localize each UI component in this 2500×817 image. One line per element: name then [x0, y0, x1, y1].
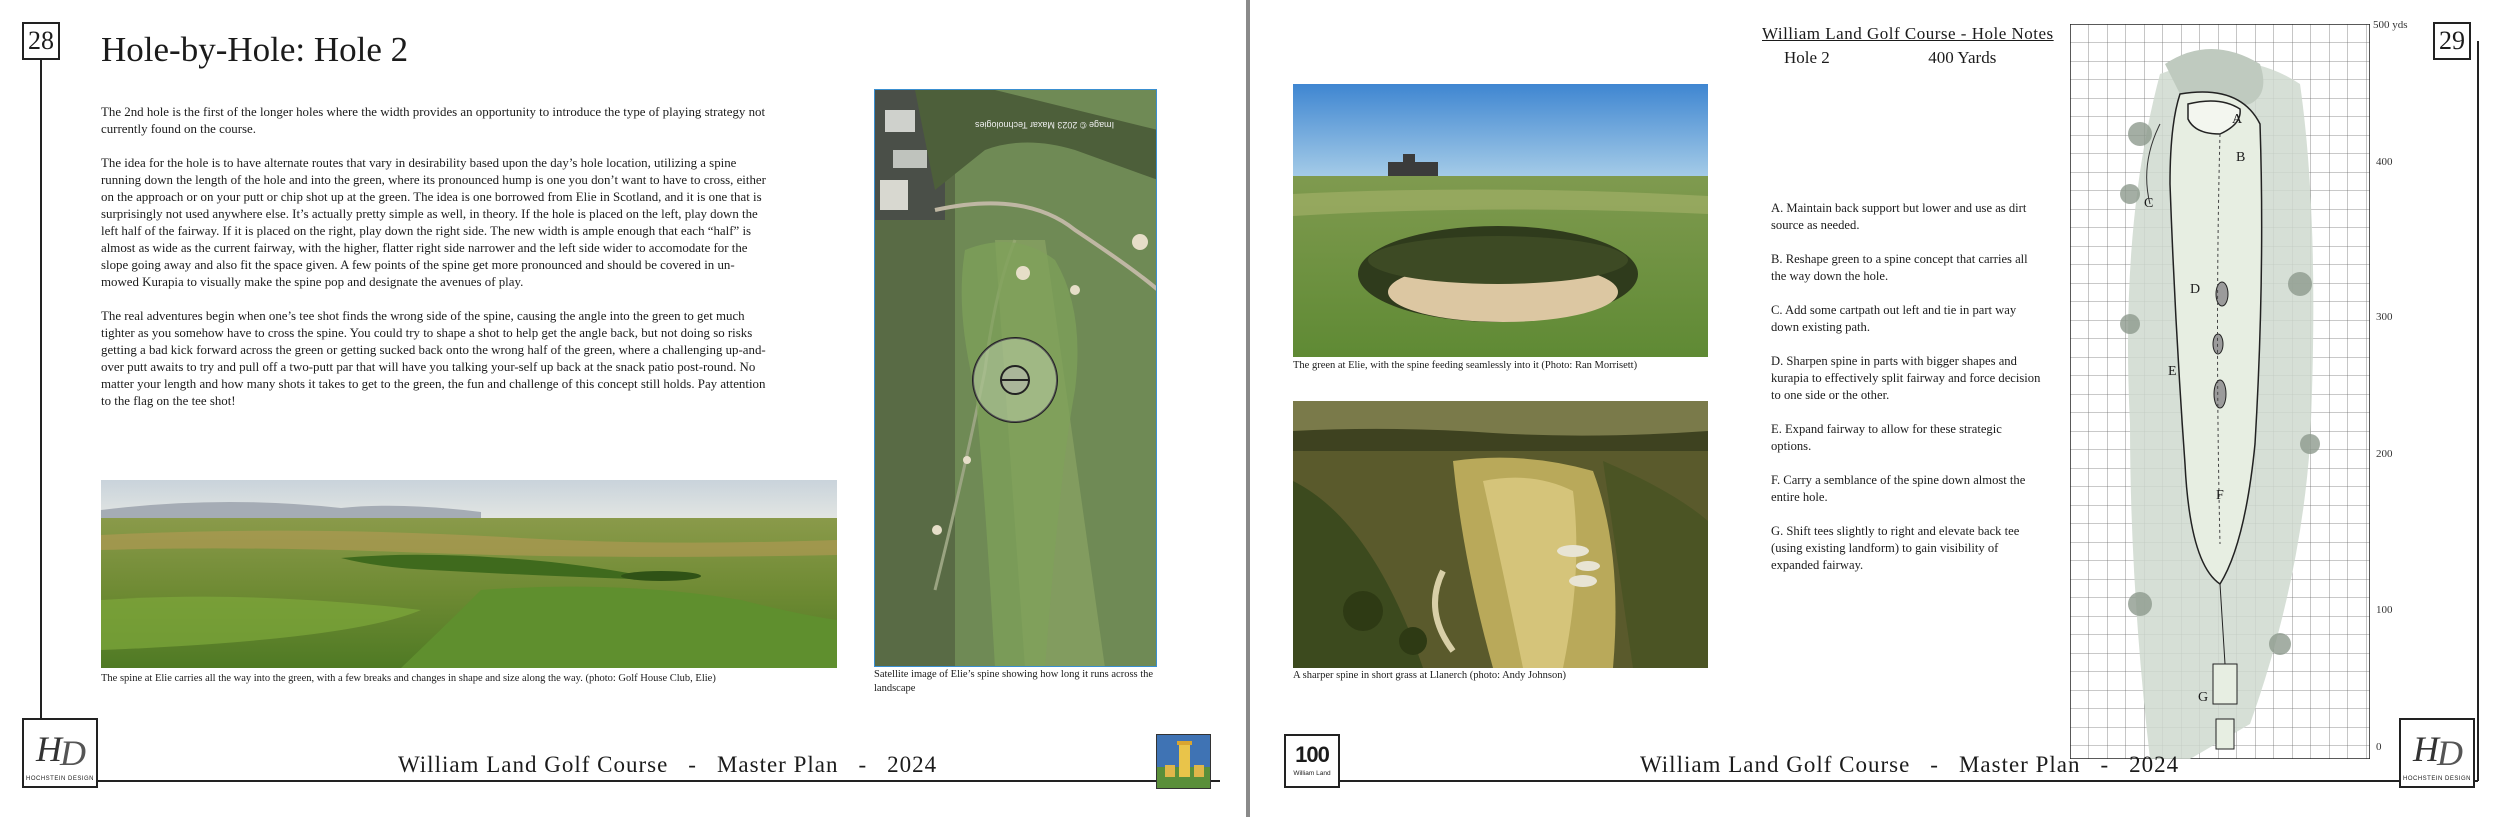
hole-yardage: 400 Yards [1928, 48, 1997, 67]
note-item: A. Maintain back support but lower and u… [1771, 201, 2027, 232]
page-title: Hole-by-Hole: Hole 2 [101, 30, 409, 69]
centennial-text: William Land [1293, 770, 1331, 777]
footer-plan: Master Plan [716, 752, 839, 777]
plan-marker-e: E [2168, 364, 2177, 379]
hole-label: Hole 2 [1784, 48, 1830, 67]
plan-marker-f: F [2216, 488, 2224, 503]
satellite-caption: Satellite image of Elie’s spine showing … [874, 669, 1154, 694]
left-page: 28 Hole-by-Hole: Hole 2 The 2nd hole is … [0, 0, 1246, 817]
note-item: E. Expand fairway to allow for these str… [1771, 422, 2002, 453]
yard-label: 100 [2376, 604, 2393, 616]
page-number: 29 [2433, 22, 2471, 60]
svg-text:D: D [59, 733, 86, 771]
elie-green-photo [1293, 84, 1708, 357]
elie-photo-caption: The spine at Elie carries all the way in… [101, 673, 716, 684]
plan-marker-d: D [2190, 282, 2201, 297]
elie-green-caption: The green at Elie, with the spine feedin… [1293, 360, 1638, 371]
llanerch-photo [1293, 401, 1708, 668]
satellite-image: Image © 2023 Maxar Technologies [874, 89, 1157, 667]
hole-plan-drawing: A B C D E F G [2069, 23, 2371, 760]
footer-sep: - [688, 752, 697, 777]
footer: William Land Golf Course - Master Plan -202… [388, 752, 947, 778]
paragraph: The real adventures begin when one’s tee… [101, 309, 766, 408]
william-land-100-logo: 100 William Land [1284, 734, 1340, 788]
left-border-line [40, 41, 42, 781]
paragraph: The 2nd hole is the first of the longer … [101, 105, 766, 136]
plan-marker-g: G [2198, 690, 2209, 705]
page-number: 28 [22, 22, 60, 60]
note-item: F. Carry a semblance of the spine down a… [1771, 473, 2026, 504]
yard-label: 300 [2376, 311, 2393, 323]
elie-green-image [1293, 84, 1708, 357]
yard-label: 0 [2376, 741, 2382, 753]
plan-marker-c: C [2144, 196, 2154, 211]
centennial-number: 100 [1295, 742, 1330, 767]
footer-year: 2024 [887, 752, 938, 777]
hole-notes-list: A. Maintain back support but lower and u… [1771, 200, 2041, 591]
note-item: B. Reshape green to a spine concept that… [1771, 252, 2028, 283]
footer-sep: - [1930, 752, 1939, 777]
llanerch-image [1293, 401, 1708, 668]
footer-course: William Land Golf Course [398, 752, 669, 777]
plan-marker-a: A [2232, 112, 2243, 127]
footer-course: William Land Golf Course [1640, 752, 1911, 777]
llanerch-caption: A sharper spine in short grass at Llaner… [1293, 670, 1566, 681]
hole-notes-title: William Land Golf Course - Hole Notes [1762, 24, 2054, 43]
satellite-map [875, 90, 1156, 666]
hole-plan-svg [2069, 23, 2371, 760]
note-item: G. Shift tees slightly to right and elev… [1771, 524, 2020, 572]
plan-marker-b: B [2236, 150, 2246, 165]
footer-plan: Master Plan [1958, 752, 2081, 777]
elie-fairway-photo [101, 480, 837, 668]
svg-text:D: D [2436, 733, 2463, 771]
right-border-line [2477, 41, 2479, 781]
yard-label: 500 yds [2373, 19, 2408, 31]
hole-notes-header: William Land Golf Course - Hole Notes Ho… [1762, 24, 2054, 68]
hd-monogram-icon: H D [35, 729, 86, 771]
right-bottom-rule [1290, 780, 2478, 782]
left-bottom-rule [40, 780, 1220, 782]
yard-label: 400 [2376, 156, 2393, 168]
footer: William Land Golf Course - Master Plan -202… [1630, 752, 2189, 778]
hd-monogram-icon: H D [2412, 729, 2463, 771]
elie-fairway-image [101, 480, 837, 668]
hole-info: Hole 2 400 Yards [1762, 48, 2054, 68]
footer-sep: - [858, 752, 868, 777]
body-text: The 2nd hole is the first of the longer … [101, 104, 767, 427]
footer-year: 2024 [2129, 752, 2180, 777]
tower-logo-icon [1156, 734, 1211, 789]
satellite-credit: Image © 2023 Maxar Technologies [975, 120, 1115, 130]
logo-text: HOCHSTEIN DESIGN [25, 776, 94, 782]
hochstein-logo: H D HOCHSTEIN DESIGN [22, 718, 98, 788]
hochstein-logo: H D HOCHSTEIN DESIGN [2399, 718, 2475, 788]
note-item: D. Sharpen spine in parts with bigger sh… [1771, 354, 2041, 402]
yard-label: 200 [2376, 448, 2393, 460]
footer-sep: - [2100, 752, 2110, 777]
logo-text: HOCHSTEIN DESIGN [2402, 776, 2471, 782]
paragraph: The idea for the hole is to have alterna… [101, 156, 766, 289]
note-item: C. Add some cartpath out left and tie in… [1771, 303, 2017, 334]
